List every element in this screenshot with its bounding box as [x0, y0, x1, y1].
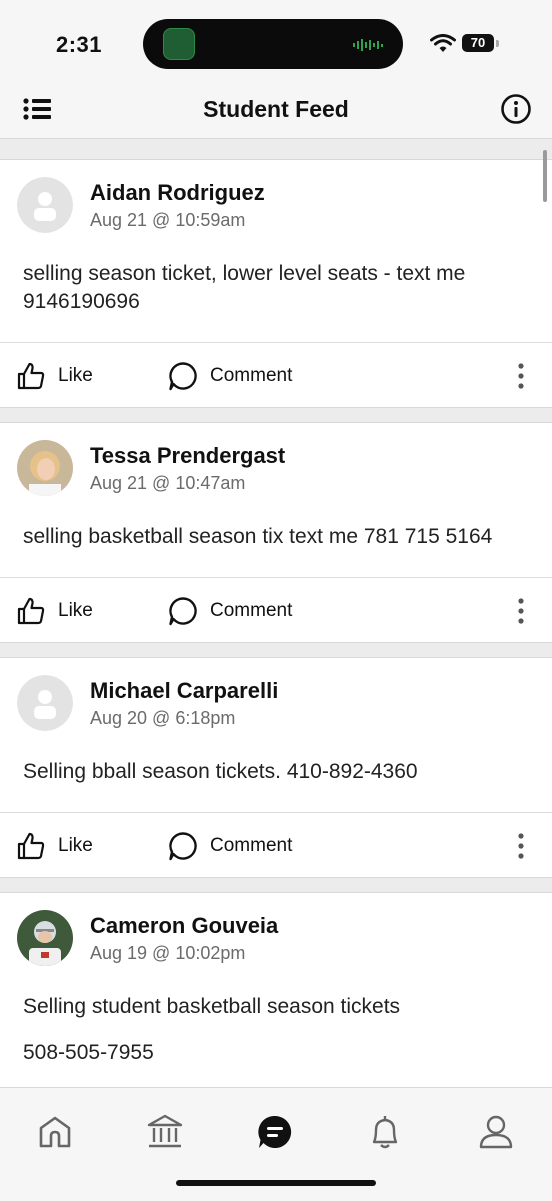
- post-body: Selling student basketball season ticket…: [0, 993, 552, 1087]
- post-timestamp: Aug 20 @ 6:18pm: [90, 708, 236, 728]
- post-text: 508-505-7955: [23, 1041, 154, 1064]
- like-button[interactable]: Like: [16, 361, 93, 391]
- avatar-photo[interactable]: [17, 910, 73, 966]
- info-circle-icon[interactable]: [500, 93, 532, 125]
- page-title: Student Feed: [203, 96, 349, 122]
- comment-label: Comment: [210, 600, 293, 621]
- post-header: Michael Carparelli Aug 20 @ 6:18pm: [0, 658, 552, 758]
- wifi-icon: [430, 34, 456, 52]
- comment-button[interactable]: Comment: [168, 361, 292, 391]
- feed-post: Cameron Gouveia Aug 19 @ 10:02pm Selling…: [0, 893, 552, 1087]
- post-timestamp: Aug 21 @ 10:59am: [90, 210, 246, 230]
- post-actions: Like Comment: [0, 577, 552, 642]
- post-timestamp: Aug 19 @ 10:02pm: [90, 943, 246, 963]
- thumbs-up-icon: [17, 597, 45, 625]
- post-actions: Like Comment: [0, 342, 552, 407]
- audio-waveform-icon: [353, 39, 383, 51]
- comment-bubble-icon: [169, 597, 197, 626]
- scrollbar[interactable]: [543, 150, 547, 202]
- like-button[interactable]: Like: [16, 596, 93, 626]
- now-playing-thumbnail: [163, 28, 195, 60]
- post-text: selling basketball season tix text me 78…: [23, 525, 493, 548]
- post-text: Selling student basketball season ticket…: [23, 995, 401, 1018]
- post-body: selling basketball season tix text me 78…: [0, 523, 552, 577]
- status-time: 2:31: [56, 32, 103, 57]
- like-label: Like: [58, 365, 93, 386]
- thumbs-up-icon: [17, 362, 45, 390]
- feed-post: Michael Carparelli Aug 20 @ 6:18pm Selli…: [0, 658, 552, 878]
- status-bar: 2:31 70: [0, 0, 552, 78]
- post-author[interactable]: Cameron Gouveia: [90, 913, 278, 939]
- post-header: Tessa Prendergast Aug 21 @ 10:47am: [0, 423, 552, 523]
- post-author[interactable]: Tessa Prendergast: [90, 443, 285, 469]
- like-label: Like: [58, 835, 93, 856]
- app-header: Student Feed: [0, 78, 552, 139]
- home-indicator: [176, 1180, 376, 1186]
- more-options-icon[interactable]: [511, 597, 531, 625]
- post-timestamp: Aug 21 @ 10:47am: [90, 473, 246, 493]
- post-author[interactable]: Michael Carparelli: [90, 678, 278, 704]
- post-header: Cameron Gouveia Aug 19 @ 10:02pm: [0, 893, 552, 993]
- more-options-icon[interactable]: [511, 362, 531, 390]
- institution-icon[interactable]: [145, 1112, 185, 1152]
- comment-button[interactable]: Comment: [168, 831, 292, 861]
- feed-spacer: [0, 139, 552, 160]
- post-text: Selling bball season tickets. 410-892-43…: [23, 760, 418, 783]
- more-options-icon[interactable]: [511, 832, 531, 860]
- home-icon[interactable]: [35, 1112, 75, 1152]
- post-feed: Aidan Rodriguez Aug 21 @ 10:59am selling…: [0, 139, 552, 1087]
- thumbs-up-icon: [17, 832, 45, 860]
- comment-button[interactable]: Comment: [168, 596, 292, 626]
- post-actions: Like Comment: [0, 812, 552, 877]
- post-divider: [0, 643, 552, 658]
- bell-icon[interactable]: [365, 1112, 405, 1152]
- feed-post: Tessa Prendergast Aug 21 @ 10:47am selli…: [0, 423, 552, 643]
- post-divider: [0, 878, 552, 893]
- feed-chat-icon[interactable]: [255, 1112, 295, 1152]
- comment-bubble-icon: [169, 362, 197, 391]
- avatar-photo[interactable]: [17, 440, 73, 496]
- post-text: selling season ticket, lower level seats…: [23, 262, 466, 313]
- post-author[interactable]: Aidan Rodriguez: [90, 180, 265, 206]
- like-button[interactable]: Like: [16, 831, 93, 861]
- battery-indicator: 70: [462, 34, 494, 52]
- battery-nub: [496, 40, 499, 47]
- like-label: Like: [58, 600, 93, 621]
- comment-label: Comment: [210, 835, 293, 856]
- feed-post: Aidan Rodriguez Aug 21 @ 10:59am selling…: [0, 160, 552, 408]
- post-body: Selling bball season tickets. 410-892-43…: [0, 758, 552, 812]
- avatar-placeholder-icon[interactable]: [17, 675, 73, 731]
- post-divider: [0, 408, 552, 423]
- dynamic-island: [143, 19, 403, 69]
- post-body: selling season ticket, lower level seats…: [0, 260, 552, 342]
- comment-bubble-icon: [169, 832, 197, 861]
- post-header: Aidan Rodriguez Aug 21 @ 10:59am: [0, 160, 552, 260]
- comment-label: Comment: [210, 365, 293, 386]
- avatar-placeholder-icon[interactable]: [17, 177, 73, 233]
- profile-icon[interactable]: [476, 1112, 516, 1152]
